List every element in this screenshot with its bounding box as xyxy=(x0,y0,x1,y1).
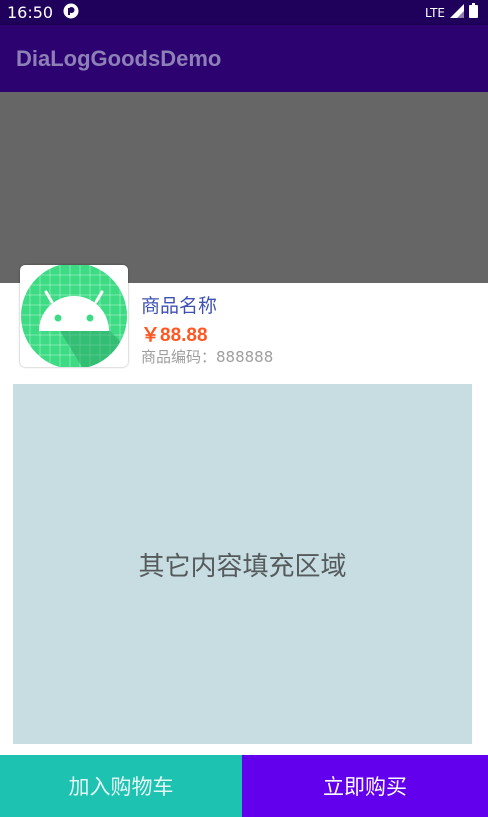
signal-icon xyxy=(450,3,464,22)
status-bar: 16:50 LTE xyxy=(0,0,488,25)
battery-icon xyxy=(469,3,478,22)
content-placeholder: 其它内容填充区域 xyxy=(138,551,347,582)
app-title: DiaLogGoodsDemo xyxy=(16,45,222,71)
status-right: LTE xyxy=(425,3,478,22)
status-time: 16:50 xyxy=(7,3,54,22)
goods-code: 商品编码：888888 xyxy=(141,348,274,366)
android-icon xyxy=(20,265,128,367)
circle-notification-icon xyxy=(63,3,79,23)
add-to-cart-button[interactable]: 加入购物车 xyxy=(0,755,242,817)
dialog-scrim[interactable] xyxy=(0,92,488,283)
goods-price: ￥88.88 xyxy=(141,325,208,346)
product-image xyxy=(20,265,128,367)
app-bar: DiaLogGoodsDemo xyxy=(0,25,488,92)
status-left: 16:50 xyxy=(7,3,79,23)
network-type: LTE xyxy=(425,5,445,20)
buy-now-button[interactable]: 立即购买 xyxy=(242,755,488,817)
content-fill-area: 其它内容填充区域 xyxy=(13,384,472,744)
goods-name: 商品名称 xyxy=(141,295,218,317)
